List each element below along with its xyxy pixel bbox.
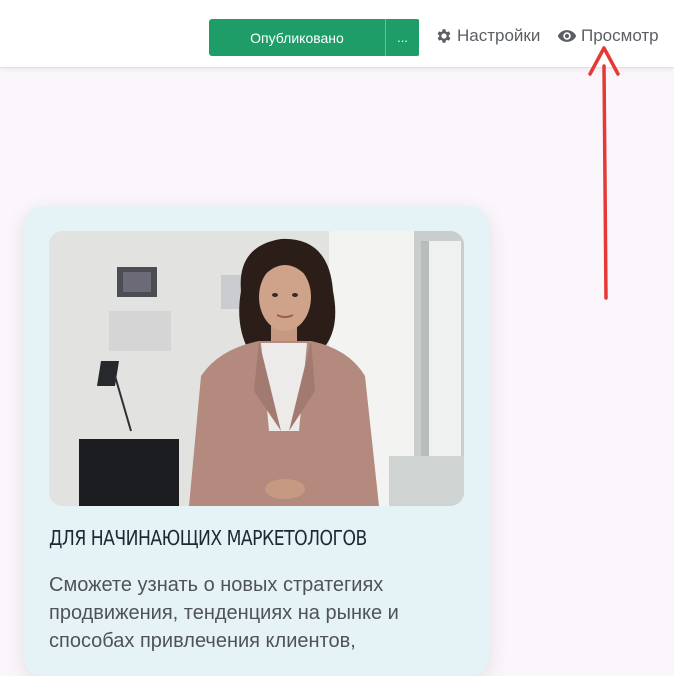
eye-icon [557, 30, 577, 42]
settings-link[interactable]: Настройки [435, 25, 540, 47]
preview-label: Просмотр [581, 26, 659, 45]
settings-label: Настройки [457, 26, 541, 45]
card-description: Сможете узнать о новых стратегиях продви… [49, 574, 399, 652]
published-button[interactable]: Опубликовано [209, 19, 385, 56]
preview-link[interactable]: Просмотр [557, 25, 659, 47]
card-title: ДЛЯ НАЧИНАЮЩИХ МАРКЕТОЛОГОВ [49, 526, 367, 550]
more-options-button[interactable]: ... [385, 19, 419, 56]
top-toolbar: Опубликовано ... Настройки Просмотр [0, 0, 674, 68]
gear-icon [437, 29, 451, 43]
publish-button-group: Опубликовано ... [209, 19, 420, 56]
course-card[interactable]: ДЛЯ НАЧИНАЮЩИХ МАРКЕТОЛОГОВ Сможете узна… [24, 206, 489, 676]
card-photo [49, 231, 464, 506]
